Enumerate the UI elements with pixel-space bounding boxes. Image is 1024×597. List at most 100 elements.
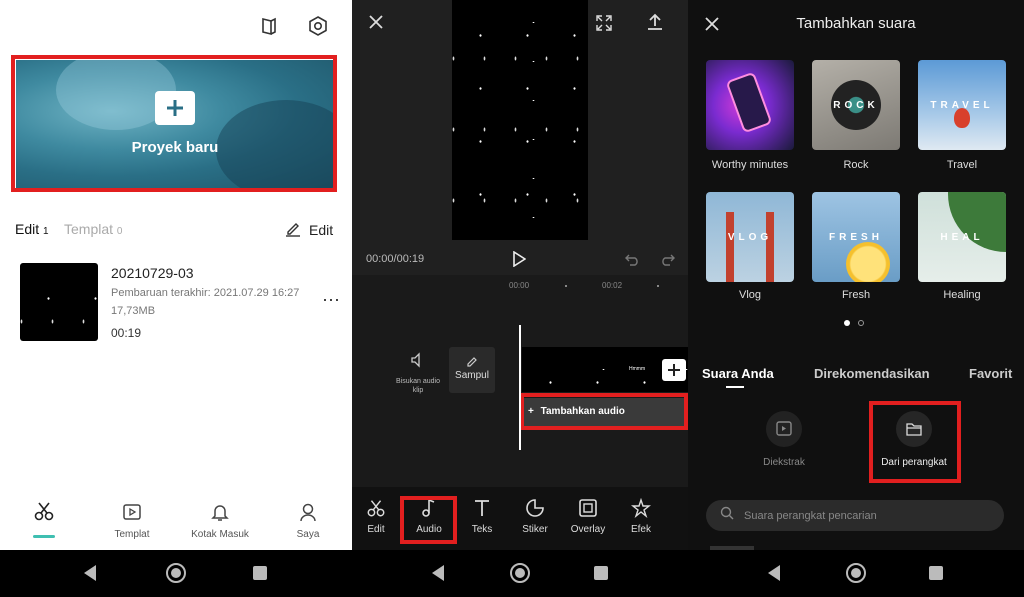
tab-label: Templat bbox=[64, 221, 114, 237]
back-icon[interactable] bbox=[432, 565, 444, 581]
sticker-icon bbox=[510, 498, 560, 518]
tool-overlay[interactable]: Overlay bbox=[563, 498, 613, 535]
lemon-illustration bbox=[846, 242, 890, 282]
clip-text: Hmmm bbox=[629, 366, 646, 372]
card-label: Vlog bbox=[738, 289, 762, 301]
card-word: VLOG bbox=[727, 232, 773, 243]
nav-label: Saya bbox=[296, 529, 320, 540]
effects-icon bbox=[616, 498, 666, 518]
pencil-icon bbox=[449, 355, 495, 370]
back-icon[interactable] bbox=[84, 565, 96, 581]
bridge-illustration bbox=[726, 212, 734, 282]
tool-edit[interactable]: Edit bbox=[352, 498, 401, 535]
bell-icon bbox=[210, 505, 230, 525]
extracted-label: Diekstrak bbox=[763, 457, 805, 468]
page-dot[interactable] bbox=[858, 320, 864, 326]
nav-label: Templat bbox=[114, 529, 150, 540]
category-card-fresh[interactable]: FRESH bbox=[812, 192, 900, 282]
tab-label: Edit bbox=[15, 221, 40, 237]
book-icon[interactable] bbox=[259, 16, 279, 41]
category-card-travel[interactable]: TRAVEL bbox=[918, 60, 1006, 150]
card-label: Worthy minutes bbox=[711, 159, 789, 171]
bottom-nav: Templat Kotak Masuk Saya bbox=[0, 490, 352, 550]
tab-templat[interactable]: Templat 0 bbox=[64, 221, 122, 237]
bridge-illustration bbox=[766, 212, 774, 282]
project-updated: Pembaruan terakhir: 2021.07.29 16:27 bbox=[111, 287, 300, 299]
recents-icon[interactable] bbox=[253, 566, 267, 580]
nav-templat[interactable]: Templat bbox=[102, 502, 162, 540]
project-title[interactable]: 20210729-03 bbox=[111, 265, 194, 281]
edit-button[interactable]: Edit bbox=[285, 219, 333, 240]
ruler-mark: 00:02 bbox=[602, 281, 623, 290]
ruler-mark: 00:00 bbox=[509, 281, 530, 290]
search-bar[interactable]: Suara perangkat pencarian bbox=[706, 500, 1004, 531]
editor-screen: 00:00/00:19 00:00 00:02 Bisukan audio kl… bbox=[352, 0, 688, 550]
mute-label: Bisukan audio klip bbox=[396, 378, 440, 394]
category-card-vlog[interactable]: VLOG bbox=[706, 192, 794, 282]
nav-label: Kotak Masuk bbox=[191, 529, 249, 540]
category-card-healing[interactable]: HEAL bbox=[918, 192, 1006, 282]
tool-effects[interactable]: Efek bbox=[616, 498, 666, 535]
tab-edit[interactable]: Edit 1 bbox=[15, 221, 49, 237]
undo-icon[interactable] bbox=[624, 252, 640, 271]
cover-button[interactable]: Sampul bbox=[449, 347, 495, 393]
nav-edit[interactable] bbox=[22, 500, 66, 538]
tab-favorites[interactable]: Favorit bbox=[969, 366, 1012, 381]
fullscreen-icon[interactable] bbox=[596, 15, 612, 36]
page-dot-active[interactable] bbox=[844, 320, 850, 326]
home-icon[interactable] bbox=[846, 563, 866, 583]
back-icon[interactable] bbox=[768, 565, 780, 581]
play-icon[interactable] bbox=[512, 250, 527, 272]
highlight-box bbox=[11, 55, 337, 192]
tool-text[interactable]: Teks bbox=[457, 498, 507, 535]
tool-label: Edit bbox=[367, 524, 385, 535]
add-clip-button[interactable] bbox=[662, 359, 686, 381]
extracted-button[interactable]: Diekstrak bbox=[752, 411, 816, 468]
export-icon[interactable] bbox=[647, 13, 663, 36]
mute-audio-button[interactable]: Bisukan audio klip bbox=[390, 352, 446, 395]
nav-profile[interactable]: Saya bbox=[283, 502, 333, 540]
highlight-box bbox=[869, 401, 961, 483]
home-icon[interactable] bbox=[166, 563, 186, 583]
recents-icon[interactable] bbox=[594, 566, 608, 580]
balloon-illustration bbox=[954, 108, 970, 128]
card-label: Healing bbox=[943, 289, 981, 301]
tab-recommended[interactable]: Direkomendasikan bbox=[814, 366, 930, 381]
tab-your-sounds[interactable]: Suara Anda bbox=[702, 366, 774, 381]
card-label: Rock bbox=[843, 159, 869, 171]
ruler-dot bbox=[565, 285, 567, 287]
card-word: FRESH bbox=[829, 232, 883, 243]
page-title: Tambahkan suara bbox=[796, 15, 916, 32]
add-sound-screen: Tambahkan suara Worthy minutes ROCK Rock… bbox=[688, 0, 1024, 550]
recents-icon[interactable] bbox=[929, 566, 943, 580]
pencil-icon bbox=[285, 219, 301, 240]
category-card-rock[interactable]: ROCK bbox=[812, 60, 900, 150]
tool-label: Overlay bbox=[570, 524, 606, 535]
tool-sticker[interactable]: Stiker bbox=[510, 498, 560, 535]
project-size: 17,73MB bbox=[111, 305, 156, 317]
system-nav-bar bbox=[0, 550, 352, 597]
settings-icon[interactable] bbox=[307, 15, 329, 42]
category-card-worthy-minutes[interactable] bbox=[706, 60, 794, 150]
tab-count: 0 bbox=[116, 226, 123, 237]
card-word: HEAL bbox=[940, 232, 984, 243]
card-word: TRAVEL bbox=[930, 100, 994, 111]
tool-label: Teks bbox=[471, 524, 493, 535]
project-duration: 00:19 bbox=[111, 326, 142, 340]
system-nav-bar bbox=[352, 550, 688, 597]
search-input[interactable]: Suara perangkat pencarian bbox=[744, 510, 877, 522]
cover-label: Sampul bbox=[455, 370, 489, 381]
user-icon bbox=[298, 503, 318, 525]
more-options-icon[interactable]: ⋯ bbox=[322, 290, 341, 311]
project-home-screen: Proyek baru Edit 1 Templat 0 Edit 202107… bbox=[0, 0, 352, 550]
home-icon[interactable] bbox=[510, 563, 530, 583]
nav-inbox[interactable]: Kotak Masuk bbox=[185, 502, 255, 540]
redo-icon[interactable] bbox=[660, 252, 676, 271]
project-thumbnail[interactable] bbox=[20, 263, 98, 341]
system-nav-bar bbox=[688, 550, 1024, 597]
close-icon[interactable] bbox=[368, 14, 384, 35]
card-word: ROCK bbox=[833, 100, 879, 111]
speaker-icon bbox=[410, 352, 426, 370]
extract-video-icon bbox=[766, 411, 802, 447]
playhead[interactable] bbox=[519, 325, 521, 450]
